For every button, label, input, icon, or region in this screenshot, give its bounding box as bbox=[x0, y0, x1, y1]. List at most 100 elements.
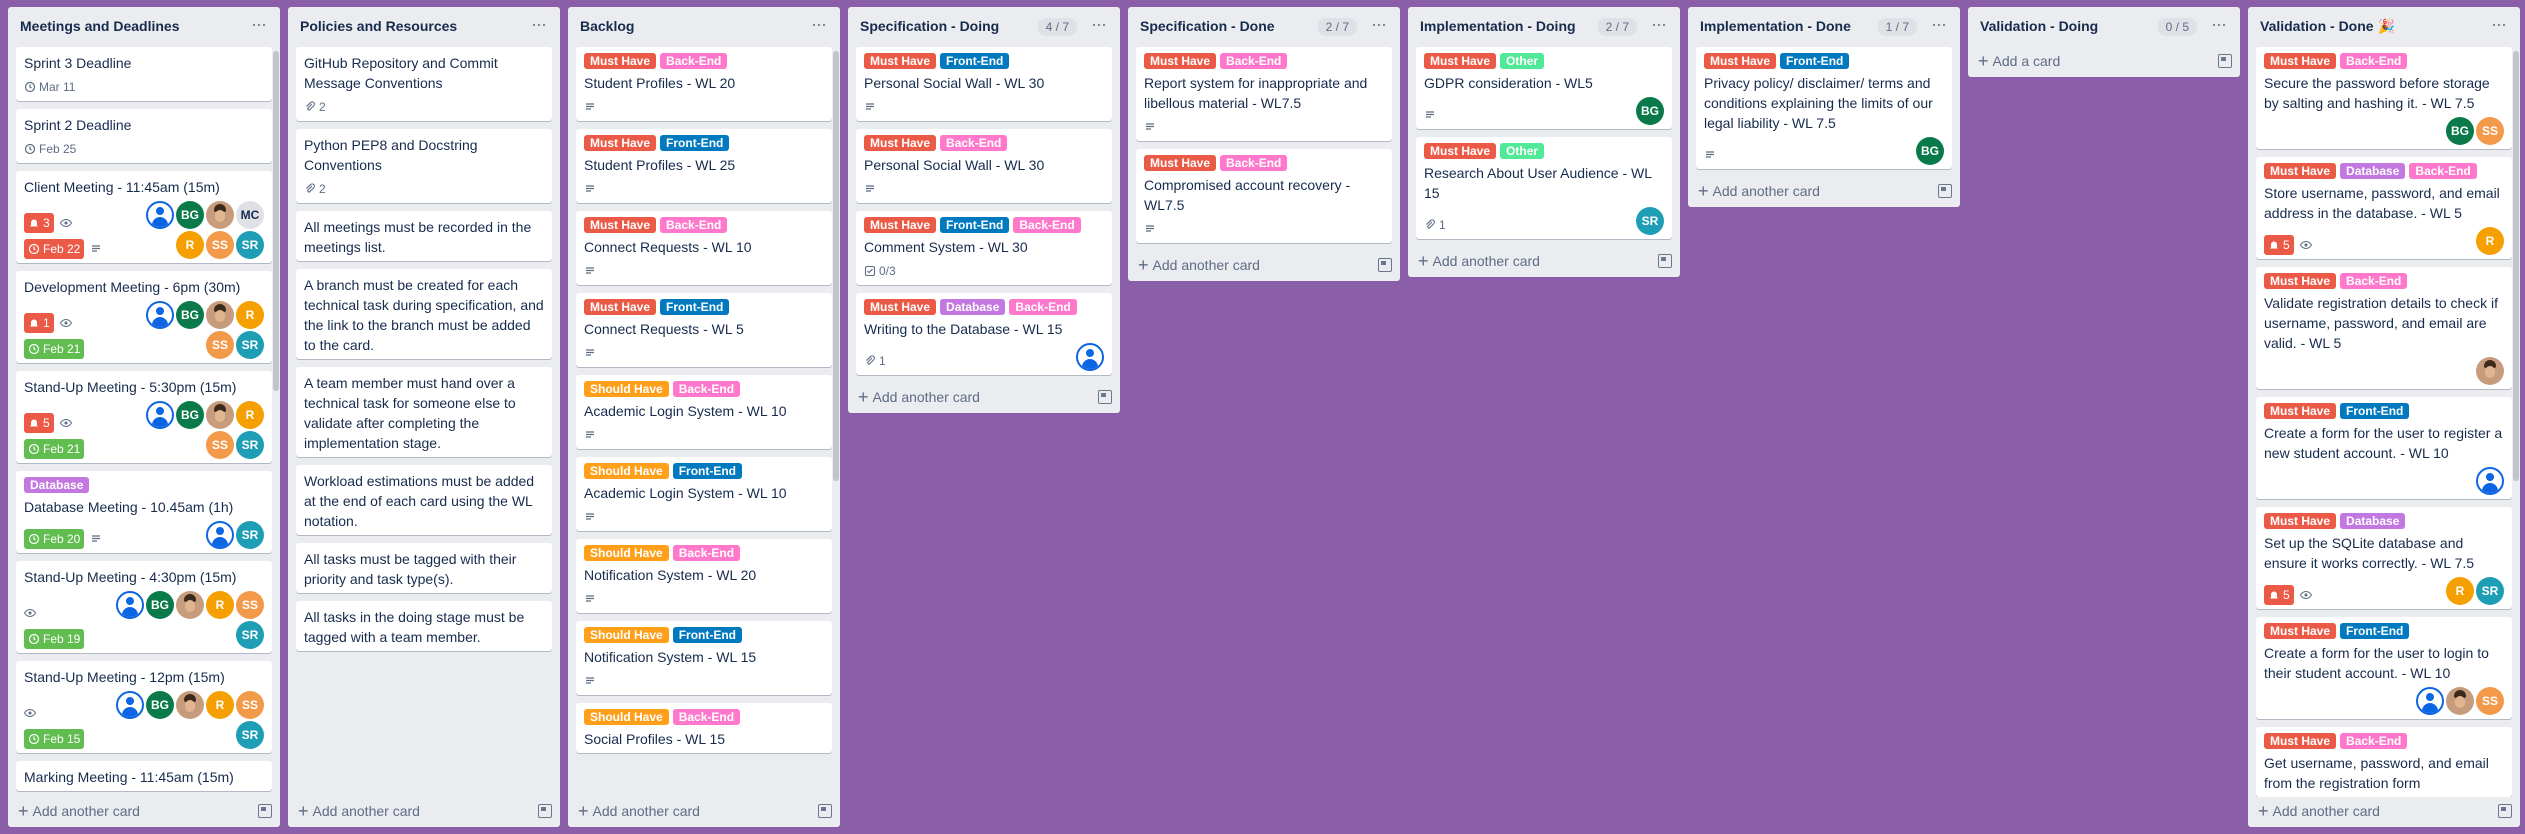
card[interactable]: Client Meeting - 11:45am (15m) 3 Feb 22 BG M… bbox=[16, 171, 272, 263]
list-menu-icon[interactable]: ··· bbox=[805, 15, 832, 33]
label-back[interactable]: Back-End bbox=[1220, 53, 1288, 69]
label-must[interactable]: Must Have bbox=[2264, 163, 2337, 179]
list-title[interactable]: Specification - Doing bbox=[860, 17, 1038, 36]
label-back[interactable]: Back-End bbox=[672, 381, 741, 397]
avatar[interactable] bbox=[2476, 467, 2504, 495]
card-template-icon[interactable] bbox=[538, 804, 552, 818]
scrollbar-thumb[interactable] bbox=[2513, 51, 2519, 481]
card[interactable]: A branch must be created for each techni… bbox=[296, 269, 552, 359]
due-date-badge[interactable]: Mar 11 bbox=[24, 77, 75, 97]
card[interactable]: Sprint 3 Deadline Mar 11 bbox=[16, 47, 272, 101]
list-menu-icon[interactable]: ··· bbox=[1645, 15, 1672, 33]
list-scrollbar[interactable] bbox=[273, 51, 279, 787]
add-card-button[interactable]: + Add another card bbox=[298, 802, 420, 820]
avatar[interactable]: R bbox=[206, 591, 234, 619]
avatar[interactable] bbox=[206, 401, 234, 429]
avatar[interactable]: SS bbox=[206, 331, 234, 359]
avatar[interactable] bbox=[2476, 357, 2504, 385]
avatar[interactable] bbox=[146, 401, 174, 429]
avatar[interactable]: R bbox=[206, 691, 234, 719]
add-card-button[interactable]: + Add another card bbox=[858, 388, 980, 406]
add-card-button[interactable]: + Add another card bbox=[1698, 182, 1820, 200]
due-date-badge[interactable]: Feb 25 bbox=[24, 139, 76, 159]
card[interactable]: All tasks must be tagged with their prio… bbox=[296, 543, 552, 593]
card[interactable]: Must Have Back-End Validate registration d… bbox=[2256, 267, 2512, 389]
list-menu-icon[interactable]: ··· bbox=[1085, 15, 1112, 33]
avatar[interactable] bbox=[2416, 687, 2444, 715]
label-front[interactable]: Front-End bbox=[672, 627, 743, 643]
card[interactable]: Must Have Other Research About User Audien… bbox=[1416, 137, 1672, 239]
label-front[interactable]: Front-End bbox=[672, 463, 743, 479]
card[interactable]: Should Have Front-End Academic Login Syste… bbox=[576, 457, 832, 531]
card[interactable]: Should Have Front-End Notification System … bbox=[576, 621, 832, 695]
list-scrollbar[interactable] bbox=[833, 51, 839, 787]
card[interactable]: Must Have Back-End Compromised account rec… bbox=[1136, 149, 1392, 243]
list-menu-icon[interactable]: ··· bbox=[2205, 15, 2232, 33]
avatar[interactable] bbox=[206, 301, 234, 329]
label-db[interactable]: Database bbox=[2340, 513, 2406, 529]
label-should[interactable]: Should Have bbox=[584, 463, 669, 479]
list-title[interactable]: Validation - Done 🎉 bbox=[2260, 17, 2485, 36]
avatar[interactable] bbox=[206, 201, 234, 229]
list-title[interactable]: Policies and Resources bbox=[300, 17, 525, 36]
avatar[interactable]: SS bbox=[2476, 117, 2504, 145]
label-back[interactable]: Back-End bbox=[1009, 299, 1077, 315]
due-date-badge-overdue[interactable]: Feb 22 bbox=[24, 239, 85, 259]
card[interactable]: Stand-Up Meeting - 12pm (15m) Feb 15 BG R SS… bbox=[16, 661, 272, 753]
avatar[interactable] bbox=[116, 691, 144, 719]
card-template-icon[interactable] bbox=[258, 804, 272, 818]
card-template-icon[interactable] bbox=[1938, 184, 1952, 198]
label-front[interactable]: Front-End bbox=[940, 53, 1010, 69]
avatar[interactable]: BG bbox=[1916, 137, 1944, 165]
label-back[interactable]: Back-End bbox=[2409, 163, 2477, 179]
label-back[interactable]: Back-End bbox=[2340, 733, 2408, 749]
label-must[interactable]: Must Have bbox=[864, 217, 937, 233]
label-back[interactable]: Back-End bbox=[672, 709, 741, 725]
label-must[interactable]: Must Have bbox=[2264, 513, 2337, 529]
list-menu-icon[interactable]: ··· bbox=[1925, 15, 1952, 33]
list-title[interactable]: Specification - Done bbox=[1140, 17, 1318, 36]
label-must[interactable]: Must Have bbox=[2264, 623, 2337, 639]
label-must[interactable]: Must Have bbox=[2264, 53, 2337, 69]
list-scrollbar[interactable] bbox=[2513, 51, 2519, 787]
avatar[interactable]: SR bbox=[2476, 577, 2504, 605]
label-must[interactable]: Must Have bbox=[2264, 403, 2337, 419]
avatar[interactable]: R bbox=[236, 301, 264, 329]
card[interactable]: Database Database Meeting - 10.45am (1h) F… bbox=[16, 471, 272, 553]
avatar[interactable]: BG bbox=[176, 201, 204, 229]
avatar[interactable]: SR bbox=[236, 721, 264, 749]
add-card-button[interactable]: + Add another card bbox=[578, 802, 700, 820]
label-must[interactable]: Must Have bbox=[1144, 155, 1217, 171]
card[interactable]: Must Have Back-End Report system for inapp… bbox=[1136, 47, 1392, 141]
list-menu-icon[interactable]: ··· bbox=[245, 15, 272, 33]
card[interactable]: Stand-Up Meeting - 4:30pm (15m) Feb 19 BG R… bbox=[16, 561, 272, 653]
avatar[interactable]: MC bbox=[236, 201, 264, 229]
card[interactable]: Stand-Up Meeting - 5:30pm (15m) 5 Feb 21 BG… bbox=[16, 371, 272, 463]
label-front[interactable]: Front-End bbox=[660, 135, 730, 151]
label-must[interactable]: Must Have bbox=[864, 135, 937, 151]
due-date-badge-complete[interactable]: Feb 20 bbox=[24, 529, 85, 549]
card[interactable]: Must Have Front-End Back-End Comment System… bbox=[856, 211, 1112, 285]
card-template-icon[interactable] bbox=[2218, 54, 2232, 68]
label-front[interactable]: Front-End bbox=[2340, 623, 2410, 639]
label-back[interactable]: Back-End bbox=[940, 135, 1008, 151]
label-back[interactable]: Back-End bbox=[1013, 217, 1081, 233]
due-date-badge-complete[interactable]: Feb 19 bbox=[24, 629, 85, 649]
label-must[interactable]: Must Have bbox=[584, 217, 657, 233]
card-template-icon[interactable] bbox=[818, 804, 832, 818]
avatar[interactable]: R bbox=[176, 231, 204, 259]
list-menu-icon[interactable]: ··· bbox=[1365, 15, 1392, 33]
label-front[interactable]: Front-End bbox=[660, 299, 730, 315]
card[interactable]: Should Have Back-End Academic Login System… bbox=[576, 375, 832, 449]
label-back[interactable]: Back-End bbox=[660, 53, 728, 69]
avatar[interactable] bbox=[206, 521, 234, 549]
card[interactable]: Must Have Database Back-End Writing to the … bbox=[856, 293, 1112, 375]
avatar[interactable] bbox=[1076, 343, 1104, 371]
avatar[interactable] bbox=[146, 301, 174, 329]
list-menu-icon[interactable]: ··· bbox=[525, 15, 552, 33]
label-db[interactable]: Database bbox=[2340, 163, 2406, 179]
avatar[interactable] bbox=[116, 591, 144, 619]
card[interactable]: All meetings must be recorded in the mee… bbox=[296, 211, 552, 261]
card[interactable]: Must Have Front-End Student Profiles - WL … bbox=[576, 129, 832, 203]
label-back[interactable]: Back-End bbox=[672, 545, 741, 561]
